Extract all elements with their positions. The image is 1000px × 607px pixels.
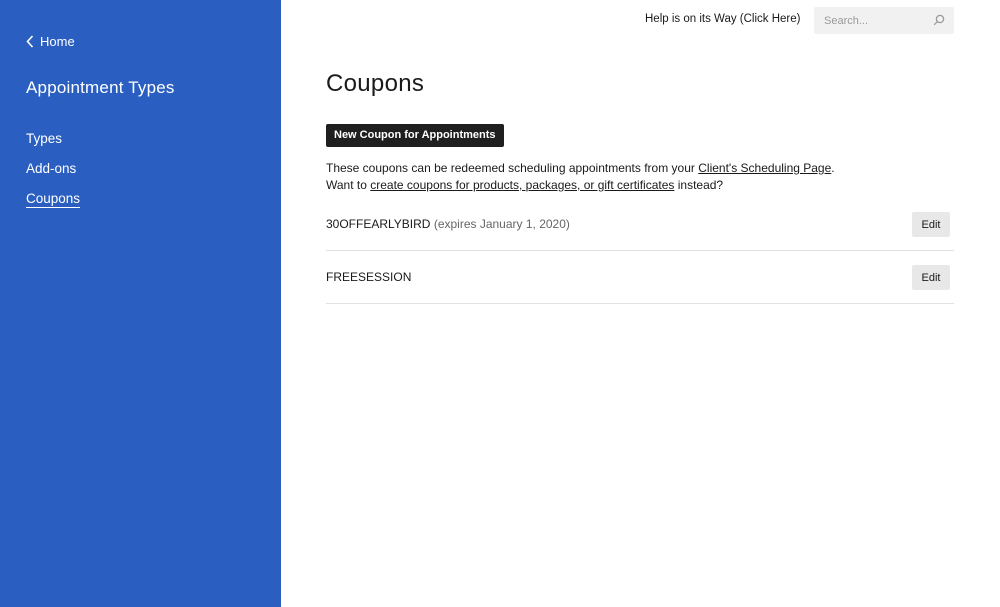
- page-title: Coupons: [326, 70, 425, 97]
- sidebar-item-add-ons[interactable]: Add-ons: [26, 160, 80, 190]
- description-text: Want to: [326, 178, 371, 192]
- home-link[interactable]: Home: [26, 34, 75, 49]
- chevron-left-icon: [26, 35, 34, 48]
- app-root: Home Appointment Types Types Add-ons Cou…: [0, 0, 1000, 607]
- sidebar-item-types[interactable]: Types: [26, 130, 80, 160]
- coupon-row: FREESESSION Edit: [326, 251, 954, 304]
- description-text: These coupons can be redeemed scheduling…: [326, 161, 699, 175]
- coupon-name: FREESESSION: [326, 270, 411, 284]
- sidebar-item-coupons[interactable]: Coupons: [26, 190, 81, 220]
- description-text: instead?: [674, 178, 724, 192]
- home-label: Home: [40, 34, 75, 49]
- sidebar-item-label: Types: [26, 131, 63, 146]
- scheduling-page-link[interactable]: Client's Scheduling Page: [698, 161, 831, 175]
- description-line-1: These coupons can be redeemed scheduling…: [326, 160, 835, 177]
- coupon-code: 30OFFEARLYBIRD: [326, 217, 431, 231]
- coupons-description: These coupons can be redeemed scheduling…: [326, 160, 835, 194]
- sidebar-item-label: Add-ons: [26, 161, 77, 176]
- coupon-name: 30OFFEARLYBIRD (expires January 1, 2020): [326, 217, 570, 231]
- search-input[interactable]: [814, 7, 934, 34]
- create-product-coupons-link[interactable]: create coupons for products, packages, o…: [370, 178, 674, 192]
- sidebar: Home Appointment Types Types Add-ons Cou…: [0, 0, 281, 607]
- coupon-list: 30OFFEARLYBIRD (expires January 1, 2020)…: [326, 198, 954, 304]
- coupon-code: FREESESSION: [326, 270, 412, 284]
- search-box: [814, 7, 954, 34]
- description-line-2: Want to create coupons for products, pac…: [326, 177, 835, 194]
- sidebar-item-label: Coupons: [26, 191, 81, 208]
- help-link[interactable]: Help is on its Way (Click Here): [645, 13, 801, 25]
- sidebar-nav: Types Add-ons Coupons: [26, 130, 81, 220]
- edit-button[interactable]: Edit: [912, 265, 950, 290]
- description-text: .: [831, 161, 835, 175]
- edit-button[interactable]: Edit: [912, 212, 950, 237]
- coupon-row: 30OFFEARLYBIRD (expires January 1, 2020)…: [326, 198, 954, 251]
- search-icon[interactable]: [933, 14, 945, 26]
- coupon-expiry: (expires January 1, 2020): [430, 217, 570, 231]
- sidebar-title: Appointment Types: [26, 78, 175, 97]
- new-coupon-button[interactable]: New Coupon for Appointments: [326, 124, 504, 147]
